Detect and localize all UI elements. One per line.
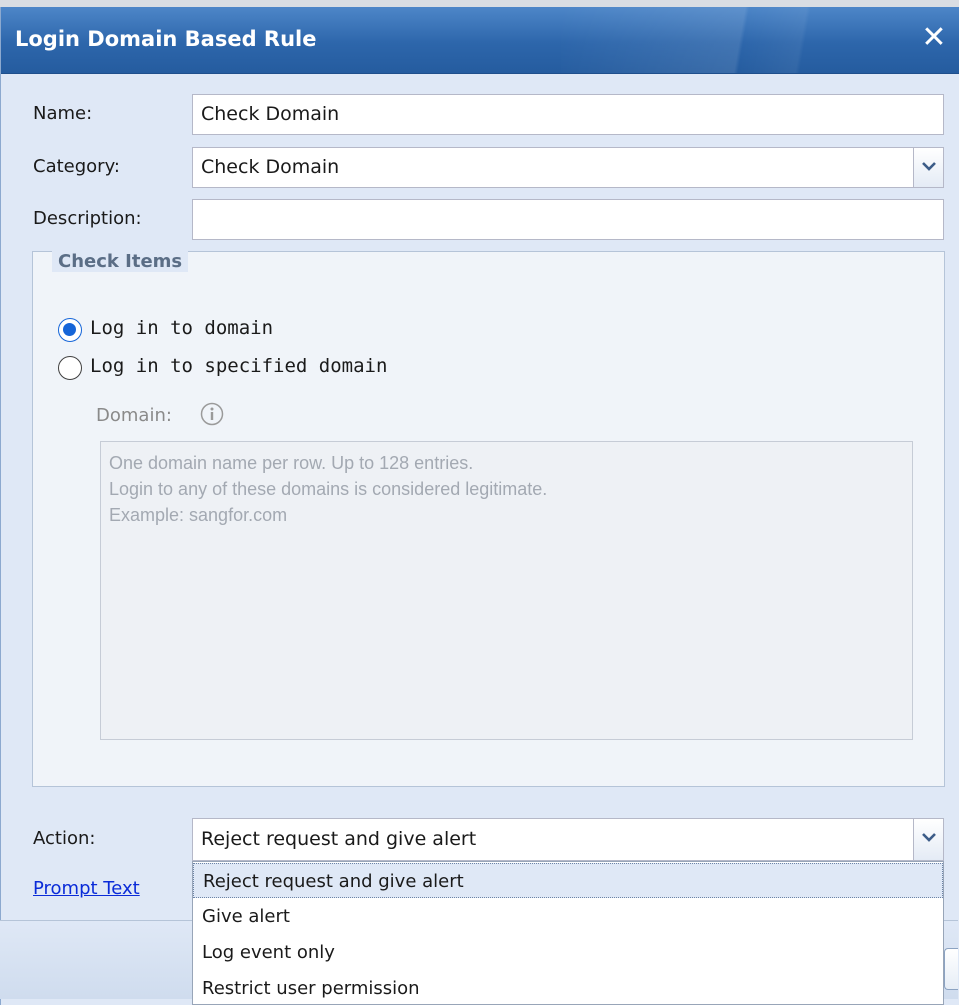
- name-input[interactable]: Check Domain: [192, 94, 944, 135]
- action-label: Action:: [33, 828, 96, 849]
- page: Login Domain Based Rule ✕ Name: Check Do…: [0, 0, 959, 1005]
- radio-label[interactable]: Log in to domain: [90, 317, 273, 339]
- radio-button-checked[interactable]: [58, 318, 82, 342]
- top-strip: [0, 0, 959, 7]
- name-input-value: Check Domain: [201, 103, 340, 125]
- dropdown-option-reject-request[interactable]: Reject request and give alert: [193, 863, 943, 898]
- domain-label: Domain:: [96, 405, 172, 426]
- category-select[interactable]: Check Domain: [192, 147, 944, 188]
- titlebar-gloss: [561, 7, 959, 73]
- chevron-down-icon: [922, 833, 936, 842]
- category-select-value: Check Domain: [201, 156, 340, 178]
- radio-label[interactable]: Log in to specified domain: [90, 355, 387, 377]
- footer-button-partial[interactable]: [944, 948, 958, 990]
- name-label: Name:: [33, 103, 93, 124]
- dialog-titlebar[interactable]: Login Domain Based Rule ✕: [1, 7, 959, 74]
- dialog-title: Login Domain Based Rule: [15, 27, 317, 51]
- check-items-legend: Check Items: [52, 251, 189, 272]
- category-label: Category:: [33, 156, 120, 177]
- dropdown-option-restrict-user-permission[interactable]: Restrict user permission: [193, 971, 943, 1004]
- action-select[interactable]: Reject request and give alert: [192, 818, 944, 861]
- domain-placeholder-line: Example: sangfor.com: [109, 505, 288, 525]
- action-dropdown-trigger[interactable]: [913, 819, 943, 860]
- domain-placeholder-line: One domain name per row. Up to 128 entri…: [109, 453, 474, 473]
- description-input[interactable]: [192, 199, 944, 240]
- dropdown-option-log-event-only[interactable]: Log event only: [193, 935, 943, 970]
- close-icon[interactable]: ✕: [917, 21, 951, 55]
- category-dropdown-trigger[interactable]: [913, 148, 943, 187]
- dropdown-option-give-alert[interactable]: Give alert: [193, 899, 943, 934]
- action-dropdown-list: Reject request and give alert Give alert…: [192, 861, 944, 1005]
- info-icon[interactable]: [200, 402, 224, 426]
- prompt-text-link[interactable]: Prompt Text: [33, 878, 140, 899]
- chevron-down-icon: [922, 162, 936, 171]
- action-select-value: Reject request and give alert: [201, 828, 477, 850]
- domain-textarea[interactable]: One domain name per row. Up to 128 entri…: [100, 441, 913, 740]
- description-label: Description:: [33, 208, 142, 229]
- domain-placeholder-line: Login to any of these domains is conside…: [109, 479, 548, 499]
- radio-button-unchecked[interactable]: [58, 356, 82, 380]
